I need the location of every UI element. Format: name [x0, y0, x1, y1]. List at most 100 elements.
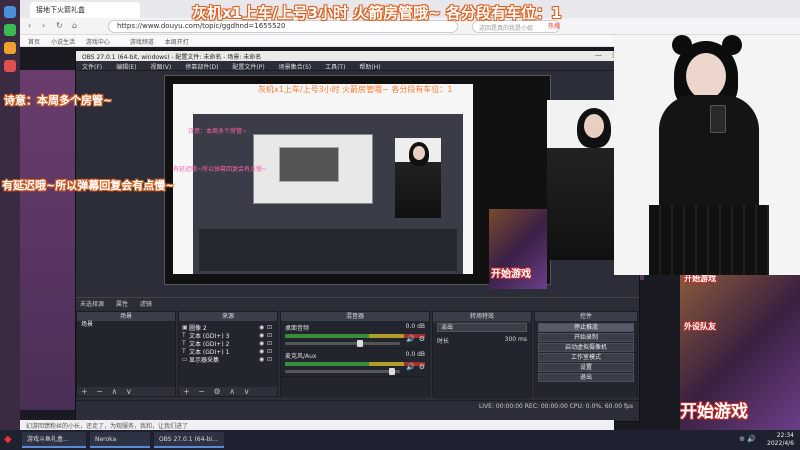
- scene-list: 场景: [77, 321, 175, 387]
- remove-icon[interactable]: −: [198, 387, 205, 396]
- gear-icon[interactable]: ⚙: [419, 363, 425, 371]
- speaker-icon[interactable]: 🔊: [406, 335, 415, 343]
- move-down-icon[interactable]: ∨: [126, 387, 132, 396]
- menu-docks[interactable]: 停靠部件(D): [185, 64, 218, 71]
- speaker-icon[interactable]: 🔊: [406, 363, 415, 371]
- channel-name: 麦克风/Aux: [285, 353, 317, 360]
- lock-icon[interactable]: ⊡: [267, 324, 274, 331]
- preview-nested-screen: [253, 134, 373, 204]
- browser-tab[interactable]: 接地下火箭礼盒: [30, 2, 140, 18]
- visibility-eye-icon[interactable]: ◉: [259, 332, 267, 339]
- menu-tools[interactable]: 工具(T): [325, 64, 345, 71]
- bookmark-item[interactable]: 首页: [28, 39, 40, 46]
- transition-select[interactable]: 淡出: [437, 323, 527, 332]
- start-recording-button[interactable]: 开始录制: [538, 333, 634, 342]
- image-source-icon: ▣: [182, 323, 188, 331]
- lock-icon[interactable]: ⊡: [267, 348, 274, 355]
- bookmark-item[interactable]: 游戏频道: [130, 39, 154, 46]
- clock[interactable]: 22:34 2022/4/6: [767, 432, 794, 448]
- remove-icon[interactable]: −: [96, 387, 103, 396]
- menu-edit[interactable]: 编辑(E): [116, 64, 136, 71]
- move-down-icon[interactable]: ∨: [244, 387, 250, 396]
- obs-window: OBS 27.0.1 (64-bit, windows) - 配置文件: 未命名…: [75, 50, 640, 422]
- exit-button[interactable]: 退出: [538, 373, 634, 382]
- sidebar-app-icon[interactable]: [4, 60, 16, 72]
- menu-profile[interactable]: 配置文件(P): [232, 64, 264, 71]
- visibility-eye-icon[interactable]: ◉: [259, 324, 267, 331]
- home-icon[interactable]: ⌂: [72, 21, 77, 30]
- bookmark-item[interactable]: 游戏中心: [86, 39, 110, 46]
- move-up-icon[interactable]: ∧: [112, 387, 118, 396]
- left-sidebar: [0, 0, 20, 430]
- back-icon[interactable]: ‹: [28, 21, 31, 30]
- clock-date: 2022/4/6: [767, 440, 794, 447]
- sidebar-app-icon[interactable]: [4, 6, 16, 18]
- overlay-comment: 有延迟哦~所以弹幕回复会有点慢~: [2, 179, 175, 192]
- controls-dock: 控件 停止推流 开始录制 启动虚拟摄像机 工作室模式 设置 退出: [534, 311, 638, 397]
- taskbar-app[interactable]: Neroka: [90, 432, 150, 448]
- move-up-icon[interactable]: ∧: [229, 387, 235, 396]
- start-icon[interactable]: ◆: [4, 434, 16, 446]
- obs-status-bar: LIVE: 00:00:00 REC: 00:00:00 CPU: 0.0%, …: [76, 400, 639, 412]
- taskbar-app[interactable]: OBS 27.0.1 (64-bi...: [154, 432, 224, 448]
- start-virtual-camera-button[interactable]: 启动虚拟摄像机: [538, 343, 634, 352]
- control-buttons: 停止推流 开始录制 启动虚拟摄像机 工作室模式 设置 退出: [535, 321, 637, 397]
- forward-icon[interactable]: ›: [42, 21, 45, 30]
- source-toolbar: 未选择源 属性 滤镜: [76, 297, 639, 308]
- slider-knob[interactable]: [388, 368, 395, 375]
- menu-scene-collection[interactable]: 场景集合(S): [279, 64, 312, 71]
- sidebar-app-icon[interactable]: [4, 42, 16, 54]
- bookmark-item[interactable]: 本周开打: [165, 39, 189, 46]
- volume-slider[interactable]: [285, 340, 400, 347]
- minimize-icon[interactable]: —: [595, 51, 602, 59]
- slider-knob[interactable]: [356, 340, 363, 347]
- page-background: [20, 70, 78, 410]
- menu-view[interactable]: 视图(V): [150, 64, 171, 71]
- volume-meter: [285, 334, 425, 338]
- menu-file[interactable]: 文件(F): [82, 64, 102, 71]
- webcam-feed: [614, 35, 800, 275]
- scene-item[interactable]: 场景: [77, 321, 175, 329]
- text-source-icon: T: [182, 331, 186, 339]
- refresh-icon[interactable]: ↻: [56, 21, 63, 30]
- cam-figure-part: [686, 53, 726, 99]
- menu-help[interactable]: 帮助(H): [359, 64, 380, 71]
- gear-icon[interactable]: ⚙: [419, 335, 425, 343]
- taskbar-app[interactable]: 游戏斗鱼礼盒...: [22, 432, 86, 448]
- volume-icon[interactable]: 🔊: [747, 435, 756, 443]
- dock-footer: + − ⚙ ∧ ∨: [179, 387, 277, 397]
- lock-icon[interactable]: ⊡: [267, 332, 274, 339]
- dock-title: 转场特效: [433, 312, 531, 321]
- game-overlay-text: 开始游戏: [491, 269, 531, 280]
- phone-in-hand: [710, 105, 726, 133]
- properties-button[interactable]: 属性: [116, 301, 128, 308]
- lock-icon[interactable]: ⊡: [267, 340, 274, 347]
- network-icon[interactable]: ⊕: [739, 435, 745, 443]
- studio-mode-button[interactable]: 工作室模式: [538, 353, 634, 362]
- obs-title-bar: OBS 27.0.1 (64-bit, windows) - 配置文件: 未命名…: [76, 51, 639, 61]
- dock-title: 控件: [535, 312, 637, 321]
- duration-input[interactable]: 300 ms: [505, 336, 527, 345]
- source-label: 显示器采集: [189, 356, 220, 364]
- dock-title: 场景: [77, 312, 175, 321]
- duration-row: 时长 300 ms: [433, 334, 531, 347]
- preview-nested-panels: [199, 229, 457, 271]
- stop-streaming-button[interactable]: 停止推流: [538, 323, 634, 332]
- text-source-icon: T: [182, 347, 186, 355]
- visibility-eye-icon[interactable]: ◉: [259, 340, 267, 347]
- source-item[interactable]: ▭ 显示器采集 ◉ ⊡: [179, 355, 277, 364]
- sidebar-app-icon[interactable]: [4, 24, 16, 36]
- gear-icon[interactable]: ⚙: [214, 387, 221, 396]
- visibility-eye-icon[interactable]: ◉: [259, 348, 267, 355]
- add-icon[interactable]: +: [81, 387, 88, 396]
- lock-icon[interactable]: ⊡: [267, 356, 274, 363]
- bookmark-item[interactable]: 小说生活: [51, 39, 75, 46]
- volume-slider[interactable]: [285, 368, 400, 375]
- game-panel: 开始游戏 外设队友 开始游戏: [680, 275, 800, 430]
- selected-source-label: 未选择源: [80, 301, 105, 308]
- filters-button[interactable]: 滤镜: [140, 301, 152, 308]
- add-icon[interactable]: +: [183, 387, 190, 396]
- mixer-channels: 桌面音频 0.0 dB 🔊 ⚙ 麦克风/Aux 0.0 dB 🔊 ⚙: [281, 321, 429, 397]
- visibility-eye-icon[interactable]: ◉: [259, 356, 267, 363]
- settings-button[interactable]: 设置: [538, 363, 634, 372]
